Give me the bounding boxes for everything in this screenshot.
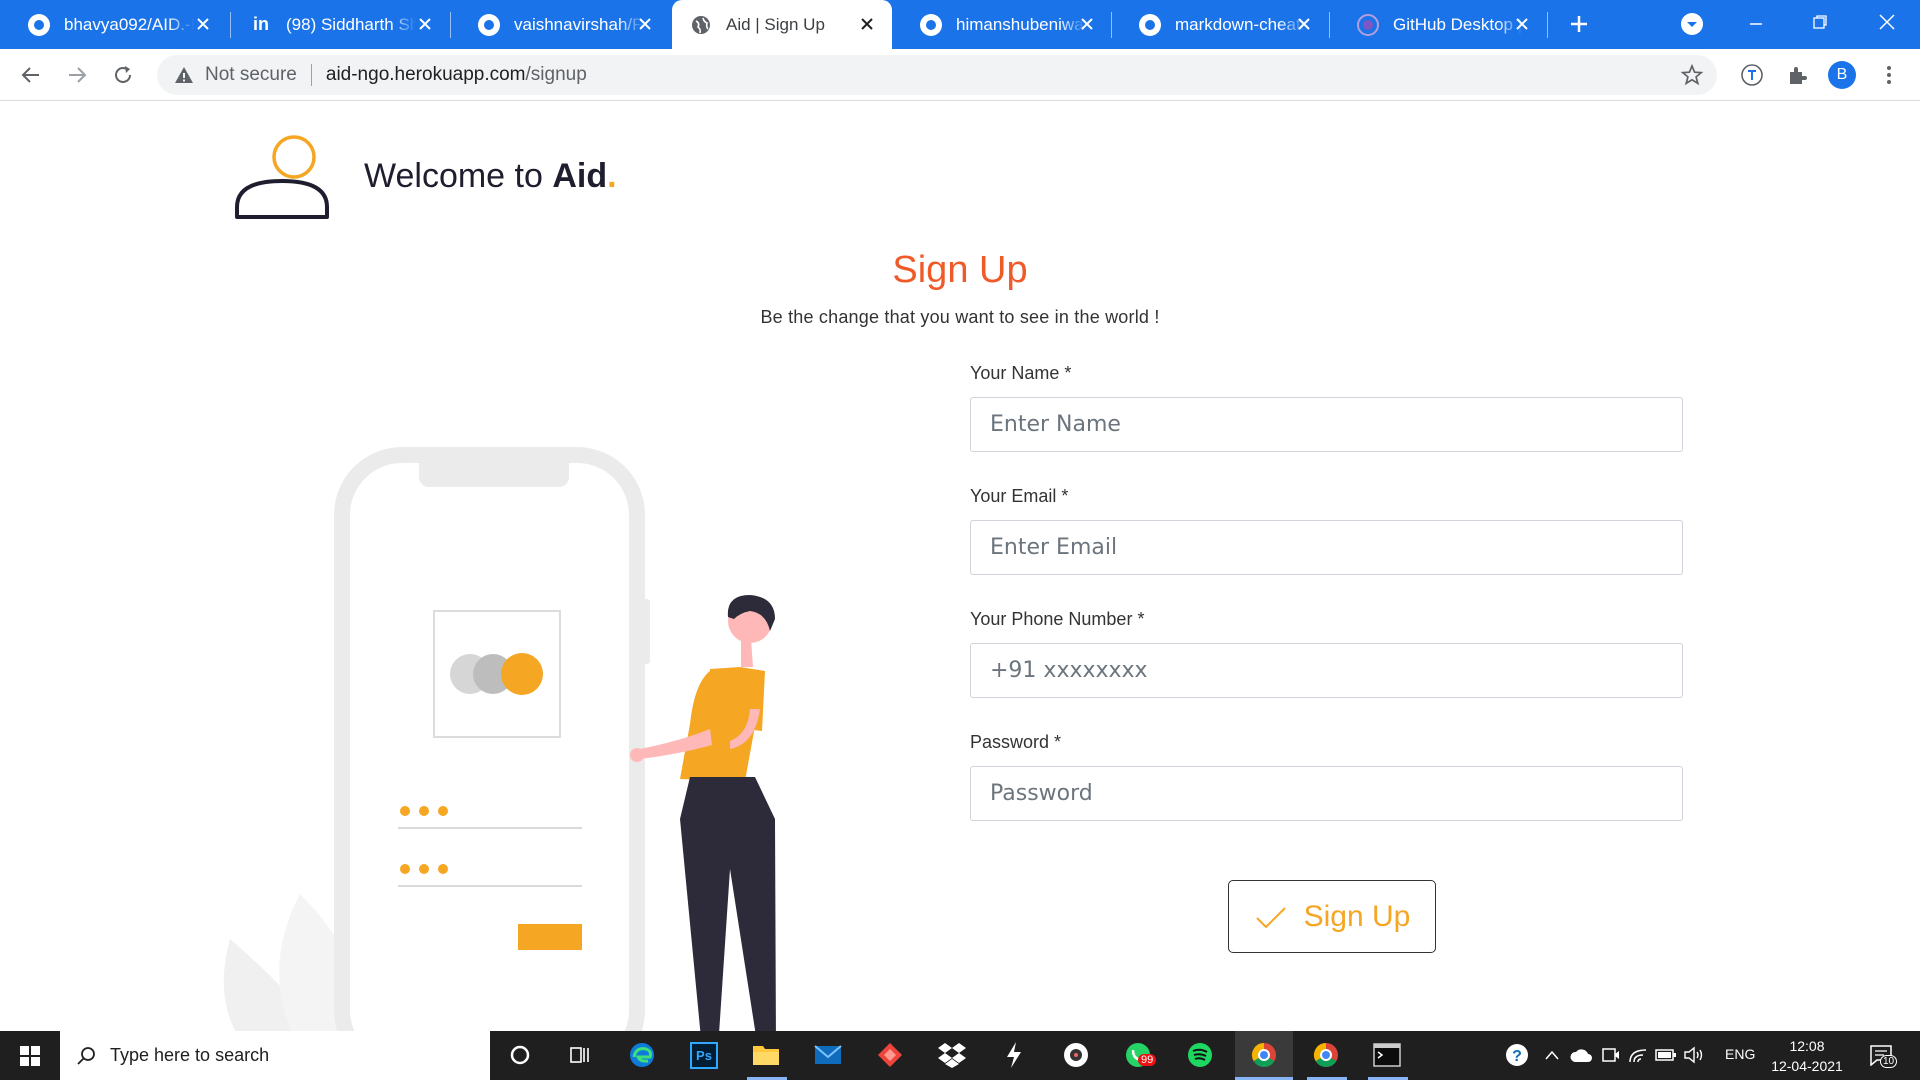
email-field-group: Your Email * (970, 486, 1683, 575)
clock-date: 12-04-2021 (1771, 1058, 1843, 1074)
taskbar-search-box[interactable]: Type here to search (60, 1031, 490, 1080)
extensions-icon[interactable] (1783, 61, 1811, 89)
terminal-icon[interactable] (1372, 1040, 1402, 1070)
globe-icon (690, 14, 712, 36)
battery-icon[interactable] (1651, 1040, 1681, 1070)
tab-aid-sign-up[interactable]: Aid | Sign Up (672, 0, 892, 49)
phone-field-group: Your Phone Number * (970, 609, 1683, 698)
lightning-app-icon[interactable] (999, 1040, 1029, 1070)
password-label: Password * (970, 732, 1062, 752)
tab-markdown-cheatsheet[interactable]: markdown-cheatsheet (1111, 0, 1329, 49)
signup-form: Your Name * Your Email * Your Phone Numb… (970, 363, 1683, 855)
edge-browser-icon[interactable] (627, 1040, 657, 1070)
phone-input[interactable] (970, 643, 1683, 698)
tab-himanshubeniwal[interactable]: himanshubeniwal/ (892, 0, 1112, 49)
bookmark-star-icon[interactable] (1681, 64, 1703, 86)
chrome-icon[interactable] (1249, 1040, 1279, 1070)
dropbox-icon[interactable] (937, 1040, 967, 1070)
close-tab-icon[interactable] (1511, 13, 1533, 35)
notification-count-badge: 10 (1880, 1055, 1898, 1068)
password-input[interactable] (970, 766, 1683, 821)
windows-taskbar: Type here to search Ps 99 ? ENG 12:08 12… (0, 1031, 1920, 1080)
help-icon[interactable]: ? (1502, 1040, 1532, 1070)
page-content: Welcome to Aid. Sign Up Be the change th… (0, 101, 1920, 1079)
onedrive-icon[interactable] (1566, 1040, 1596, 1070)
checkmark-icon (1255, 906, 1286, 928)
security-label[interactable]: Not secure (205, 64, 297, 86)
browser-menu-icon[interactable] (1875, 61, 1903, 89)
page-subtitle: Be the change that you want to see in th… (760, 307, 1160, 327)
profile-avatar[interactable]: B (1828, 61, 1856, 89)
reload-button[interactable] (109, 61, 137, 89)
user-avatar-logo-icon (235, 135, 329, 219)
close-tab-icon[interactable] (1293, 13, 1315, 35)
github-icon (28, 13, 50, 36)
translate-extension-icon[interactable] (1738, 61, 1766, 89)
wifi-icon[interactable] (1623, 1040, 1653, 1070)
close-window-icon[interactable] (1873, 8, 1901, 36)
chevron-up-icon[interactable] (1537, 1040, 1567, 1070)
brand-header[interactable]: Welcome to Aid. (234, 133, 617, 219)
brand-title: Welcome to Aid. (364, 156, 617, 195)
taskbar-search-placeholder: Type here to search (110, 1045, 270, 1065)
file-explorer-icon[interactable] (751, 1040, 781, 1070)
forward-button[interactable] (63, 61, 91, 89)
github-desktop-icon (1357, 13, 1379, 36)
browser-toolbar: Not secure aid-ngo.herokuapp.com/signup … (0, 49, 1920, 101)
chrome-profile-icon[interactable] (1311, 1040, 1341, 1070)
anydesk-icon[interactable] (875, 1040, 905, 1070)
browser-tab-strip: bhavya092/AID.-NGO in (98) Siddharth Sha… (0, 0, 1920, 49)
clock-time: 12:08 (1789, 1038, 1825, 1054)
tab-vaishnavirshah[interactable]: vaishnavirshah/Fab (450, 0, 670, 49)
github-icon (478, 13, 500, 36)
name-input[interactable] (970, 397, 1683, 452)
github-icon (920, 13, 942, 36)
url-path: /signup (525, 64, 587, 85)
input-language[interactable]: ENG (1725, 1046, 1755, 1062)
page-title: Sign Up (892, 249, 1028, 291)
cortana-icon[interactable] (505, 1040, 535, 1070)
close-tab-icon[interactable] (856, 13, 878, 35)
phone-label: Your Phone Number * (970, 609, 1145, 629)
windows-start-button[interactable] (0, 1031, 60, 1080)
svg-text:?: ? (1512, 1048, 1522, 1065)
name-label: Your Name * (970, 363, 1072, 383)
new-tab-button[interactable] (1565, 10, 1593, 38)
password-field-group: Password * (970, 732, 1683, 821)
tab-linkedin-siddharth[interactable]: in (98) Siddharth Sharma (230, 0, 450, 49)
url-host: aid-ngo.herokuapp.com (325, 64, 526, 85)
minimize-window-icon[interactable] (1742, 10, 1770, 38)
tab-search-icon[interactable] (1678, 10, 1706, 38)
warning-icon (175, 67, 193, 83)
sign-up-button[interactable]: Sign Up (1228, 880, 1436, 953)
tab-github-desktop[interactable]: GitHub Desktop | Simple (1329, 0, 1547, 49)
tab-bhavya092-aid[interactable]: bhavya092/AID.-NGO (0, 0, 228, 49)
meet-now-icon[interactable] (1595, 1040, 1625, 1070)
whatsapp-unread-badge: 99 (1138, 1054, 1157, 1066)
volume-icon[interactable] (1679, 1040, 1709, 1070)
photoshop-icon[interactable]: Ps (689, 1040, 719, 1070)
close-tab-icon[interactable] (192, 13, 214, 35)
email-input[interactable] (970, 520, 1683, 575)
search-icon (77, 1046, 95, 1065)
task-view-icon[interactable] (565, 1040, 595, 1070)
restore-window-icon[interactable] (1806, 8, 1834, 36)
github-icon (1139, 13, 1161, 36)
system-clock[interactable]: 12:08 12-04-2021 (1770, 1036, 1844, 1076)
close-tab-icon[interactable] (414, 13, 436, 35)
whatsapp-icon[interactable]: 99 (1123, 1040, 1157, 1070)
name-field-group: Your Name * (970, 363, 1683, 452)
notification-center-icon[interactable]: 10 (1866, 1040, 1898, 1070)
spotify-icon[interactable] (1185, 1040, 1215, 1070)
close-tab-icon[interactable] (634, 13, 656, 35)
email-label: Your Email * (970, 486, 1069, 506)
sign-up-button-label: Sign Up (1303, 899, 1411, 933)
linkedin-icon: in (253, 14, 269, 34)
mail-icon[interactable] (813, 1040, 843, 1070)
signup-illustration (223, 447, 838, 1079)
close-tab-icon[interactable] (1076, 13, 1098, 35)
back-button[interactable] (17, 61, 45, 89)
media-player-icon[interactable] (1061, 1040, 1091, 1070)
address-bar[interactable]: Not secure aid-ngo.herokuapp.com/signup (157, 55, 1717, 95)
